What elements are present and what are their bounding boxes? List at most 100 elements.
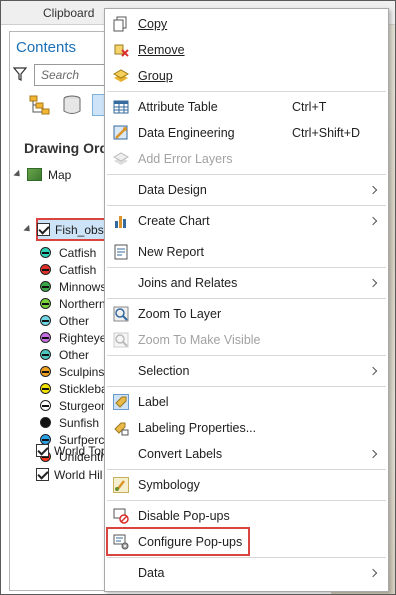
menu-item-label[interactable]: Label xyxy=(105,390,388,414)
symbol-class-label: Catfish xyxy=(59,245,97,260)
menu-item-attribute-table[interactable]: Attribute Table Ctrl+T xyxy=(105,95,388,119)
list-by-drawing-order-icon[interactable] xyxy=(28,94,52,116)
symbol-class-label: Other xyxy=(59,313,90,328)
basemap-visibility-checkbox[interactable] xyxy=(36,468,49,481)
menu-separator xyxy=(107,205,386,206)
menu-item-create-chart[interactable]: Create Chart xyxy=(105,209,388,233)
filter-icon[interactable] xyxy=(13,67,27,81)
zoom-visible-icon xyxy=(112,331,130,349)
menu-separator xyxy=(107,386,386,387)
symbol-class-row[interactable]: Catfish xyxy=(40,261,96,278)
expand-triangle-icon[interactable] xyxy=(23,224,33,235)
application-window: Clipboard Contents Search Drawing Ord Ma… xyxy=(0,0,396,595)
menu-item-selection[interactable]: Selection xyxy=(105,359,388,383)
symbol-swatch-icon[interactable] xyxy=(40,349,51,360)
symbol-class-label: Sturgeon xyxy=(59,398,108,413)
menu-item-zoom-to-make-visible: Zoom To Make Visible xyxy=(105,328,388,352)
menu-separator xyxy=(107,355,386,356)
table-icon xyxy=(112,98,130,116)
layer-label: Fish_obse xyxy=(55,222,111,237)
basemap-label: World Top xyxy=(54,443,108,458)
labeling-properties-icon xyxy=(112,419,130,437)
symbol-swatch-icon[interactable] xyxy=(40,281,51,292)
symbol-class-row[interactable]: Northern xyxy=(40,295,106,312)
menu-item-convert-labels[interactable]: Convert Labels xyxy=(105,442,388,466)
menu-separator xyxy=(107,500,386,501)
menu-item-disable-popups[interactable]: Disable Pop-ups xyxy=(105,504,388,528)
menu-item-data-design[interactable]: Data Design xyxy=(105,178,388,202)
symbol-class-label: Other xyxy=(59,347,90,362)
group-layers-icon xyxy=(112,67,130,85)
symbol-swatch-icon[interactable] xyxy=(40,417,51,428)
copy-icon xyxy=(112,15,130,33)
list-by-data-source-icon[interactable] xyxy=(60,94,84,116)
symbol-class-label: Northern xyxy=(59,296,106,311)
submenu-arrow-icon xyxy=(368,216,378,226)
submenu-arrow-icon xyxy=(368,185,378,195)
symbol-class-row[interactable]: Other xyxy=(40,312,89,329)
symbology-brush-icon xyxy=(112,476,130,494)
symbol-class-label: Minnows xyxy=(59,279,107,294)
menu-item-remove[interactable]: Remove xyxy=(105,38,388,62)
basemap-visibility-checkbox[interactable] xyxy=(36,444,49,457)
menu-item-data[interactable]: Data xyxy=(105,561,388,585)
menu-separator xyxy=(107,174,386,175)
map-icon xyxy=(27,168,42,181)
symbol-swatch-icon[interactable] xyxy=(40,264,51,275)
symbol-class-row[interactable]: Sticklebac xyxy=(40,380,114,397)
submenu-arrow-icon xyxy=(368,366,378,376)
error-layers-icon xyxy=(112,150,130,168)
context-menu: Copy Remove Group Attribute Table Ctrl+T… xyxy=(104,8,389,592)
symbol-class-label: Catfish xyxy=(59,262,97,277)
configure-popups-highlight xyxy=(106,527,250,556)
search-input[interactable]: Search xyxy=(34,64,114,86)
menu-separator xyxy=(107,267,386,268)
symbol-class-row[interactable]: Other xyxy=(40,346,89,363)
pane-title: Contents xyxy=(16,39,77,56)
drawing-order-heading: Drawing Ord xyxy=(24,140,109,156)
submenu-arrow-icon xyxy=(368,449,378,459)
symbol-class-row[interactable]: Sturgeon xyxy=(40,397,108,414)
clipboard-group-label: Clipboard xyxy=(43,6,95,20)
submenu-arrow-icon xyxy=(368,568,378,578)
symbol-class-row[interactable]: Minnows xyxy=(40,278,106,295)
symbol-swatch-icon[interactable] xyxy=(40,298,51,309)
symbol-swatch-icon[interactable] xyxy=(40,383,51,394)
menu-item-symbology[interactable]: Symbology xyxy=(105,473,388,497)
report-icon xyxy=(112,243,130,261)
basemap-node-topo[interactable]: World Top xyxy=(36,442,108,459)
bar-chart-icon xyxy=(112,212,130,230)
menu-item-add-error-layers: Add Error Layers xyxy=(105,147,388,171)
menu-item-group[interactable]: Group xyxy=(105,64,388,88)
menu-separator xyxy=(107,91,386,92)
symbol-swatch-icon[interactable] xyxy=(40,315,51,326)
layer-node[interactable]: Fish_obse xyxy=(23,221,111,238)
disable-popup-icon xyxy=(112,507,130,525)
symbol-class-label: Sunfish xyxy=(59,415,100,430)
symbol-swatch-icon[interactable] xyxy=(40,366,51,377)
symbol-class-row[interactable]: Sunfish xyxy=(40,414,99,431)
symbol-swatch-icon[interactable] xyxy=(40,247,51,258)
menu-separator xyxy=(107,469,386,470)
data-engineering-icon xyxy=(112,124,130,142)
menu-item-joins-relates[interactable]: Joins and Relates xyxy=(105,271,388,295)
symbol-class-row[interactable]: Sculpins xyxy=(40,363,104,380)
symbol-class-label: Righteye xyxy=(59,330,107,345)
symbol-swatch-icon[interactable] xyxy=(40,332,51,343)
symbol-class-row[interactable]: Catfish xyxy=(40,244,96,261)
map-label: Map xyxy=(48,167,72,182)
menu-item-data-engineering[interactable]: Data Engineering Ctrl+Shift+D xyxy=(105,121,388,145)
menu-item-new-report[interactable]: New Report xyxy=(105,240,388,264)
map-node[interactable]: Map xyxy=(13,166,72,183)
menu-item-copy[interactable]: Copy xyxy=(105,12,388,36)
basemap-node-hillshade[interactable]: World Hil xyxy=(36,466,102,483)
symbol-class-row[interactable]: Righteye xyxy=(40,329,106,346)
menu-item-labeling-properties[interactable]: Labeling Properties... xyxy=(105,416,388,440)
layer-visibility-checkbox[interactable] xyxy=(37,223,50,236)
symbol-swatch-icon[interactable] xyxy=(40,400,51,411)
label-tag-icon xyxy=(112,393,130,411)
symbol-class-label: Sculpins xyxy=(59,364,105,379)
menu-item-zoom-to-layer[interactable]: Zoom To Layer xyxy=(105,302,388,326)
remove-icon xyxy=(112,41,130,59)
expand-triangle-icon[interactable] xyxy=(13,169,23,180)
